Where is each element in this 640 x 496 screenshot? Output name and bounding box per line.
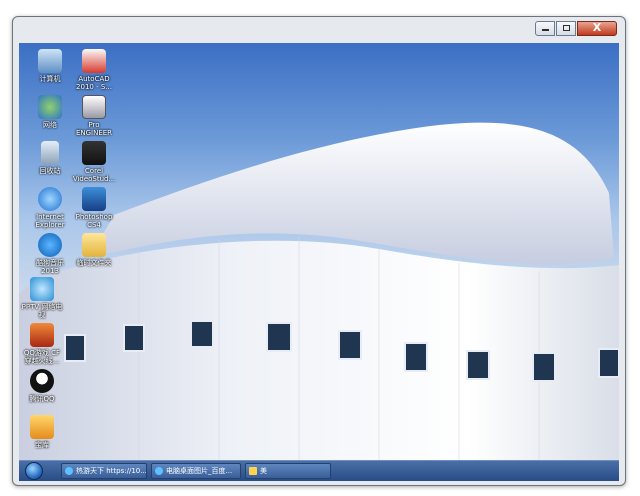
maximize-button[interactable] bbox=[556, 21, 576, 36]
desktop-icon-label: 网络 bbox=[43, 121, 57, 129]
pro-engineer-icon bbox=[82, 95, 106, 119]
desktop-icon-label: 计算机 bbox=[39, 75, 61, 83]
desktop-icon-label: 腾讯QQ bbox=[29, 395, 55, 403]
taskbar-item-browser-1[interactable]: 热游天下 https://10... bbox=[61, 463, 147, 479]
taskbar-item-browser-2[interactable]: 电脑桌面图片_百度... bbox=[151, 463, 241, 479]
baoku-icon bbox=[30, 415, 54, 439]
desktop-icon-recycle-bin[interactable]: 回收站 bbox=[27, 141, 73, 175]
computer-icon bbox=[38, 49, 62, 73]
pptv-icon bbox=[30, 277, 54, 301]
desktop-icon-label: 酷狗音乐 2013 bbox=[36, 259, 64, 275]
close-button[interactable]: X bbox=[577, 21, 617, 36]
desktop-icon-pptv[interactable]: PPTV 网络电 视 bbox=[19, 277, 65, 319]
desktop-icon-qq-game[interactable]: QQ游戏 CF 穿越火线... bbox=[19, 323, 65, 365]
recycle-bin-icon bbox=[41, 141, 59, 165]
taskbar-item-label: 电脑桌面图片_百度... bbox=[166, 467, 233, 475]
folder-icon bbox=[82, 233, 106, 257]
ie-icon bbox=[65, 467, 73, 475]
desktop-icon-computer[interactable]: 计算机 bbox=[27, 49, 73, 83]
desktop-icon-label: Photoshop CS4 bbox=[75, 213, 113, 229]
kugou-music-icon bbox=[38, 233, 62, 257]
desktop-icon-baoku[interactable]: 宝库 bbox=[19, 415, 65, 449]
desktop-icon-autocad[interactable]: AutoCAD 2010 - S... bbox=[71, 49, 117, 91]
desktop-icon-label: 回收站 bbox=[39, 167, 61, 175]
minimize-button[interactable] bbox=[535, 21, 555, 36]
desktop-icon-label: Pro ENGINEER bbox=[75, 121, 113, 137]
desktop-icon-label: Internet Explorer bbox=[35, 213, 65, 229]
desktop-icon-label: 临时文件夹 bbox=[76, 259, 112, 267]
desktop-icon-tencent-qq[interactable]: 腾讯QQ bbox=[19, 369, 65, 403]
desktop-icon-network[interactable]: 网络 bbox=[27, 95, 73, 129]
desktop-icon-label: AutoCAD 2010 - S... bbox=[76, 75, 112, 91]
folder-icon bbox=[249, 467, 257, 475]
maximize-icon bbox=[563, 25, 570, 31]
taskbar-item-folder[interactable]: 美 bbox=[245, 463, 331, 479]
photoshop-icon bbox=[82, 187, 106, 211]
qq-penguin-icon bbox=[30, 369, 54, 393]
taskbar: 热游天下 https://10... 电脑桌面图片_百度... 美 bbox=[19, 460, 619, 481]
desktop-icon-temp-folder[interactable]: 临时文件夹 bbox=[71, 233, 117, 267]
desktop-icon-kugou-music[interactable]: 酷狗音乐 2013 bbox=[27, 233, 73, 275]
start-button[interactable] bbox=[25, 462, 43, 480]
desktop-icon-label: PPTV 网络电 视 bbox=[21, 303, 63, 319]
desktop-icon-label: QQ游戏 CF 穿越火线... bbox=[23, 349, 61, 365]
desktop-icon-internet-explorer[interactable]: Internet Explorer bbox=[27, 187, 73, 229]
internet-explorer-icon bbox=[38, 187, 62, 211]
desktop-icon-label: Corel VideoStud... bbox=[72, 167, 116, 183]
desktop-icon-label: 宝库 bbox=[35, 441, 49, 449]
qq-game-icon bbox=[30, 323, 54, 347]
autocad-icon bbox=[82, 49, 106, 73]
ie-icon bbox=[155, 467, 163, 475]
corel-videostudio-icon bbox=[82, 141, 106, 165]
desktop-icon-photoshop[interactable]: Photoshop CS4 bbox=[71, 187, 117, 229]
network-icon bbox=[38, 95, 62, 119]
desktop: 计算机 AutoCAD 2010 - S... 网络 Pro ENGINEER … bbox=[19, 43, 619, 481]
screenshot-window: X 计算机 AutoCAD 2010 - S... 网络 Pro ENGINEE… bbox=[12, 16, 626, 486]
minimize-icon bbox=[542, 29, 549, 31]
close-icon: X bbox=[592, 21, 602, 34]
desktop-icon-corel-videostudio[interactable]: Corel VideoStud... bbox=[71, 141, 117, 183]
desktop-icon-pro-engineer[interactable]: Pro ENGINEER bbox=[71, 95, 117, 137]
taskbar-item-label: 美 bbox=[260, 467, 267, 475]
taskbar-item-label: 热游天下 https://10... bbox=[76, 467, 147, 475]
title-bar[interactable]: X bbox=[13, 17, 625, 43]
